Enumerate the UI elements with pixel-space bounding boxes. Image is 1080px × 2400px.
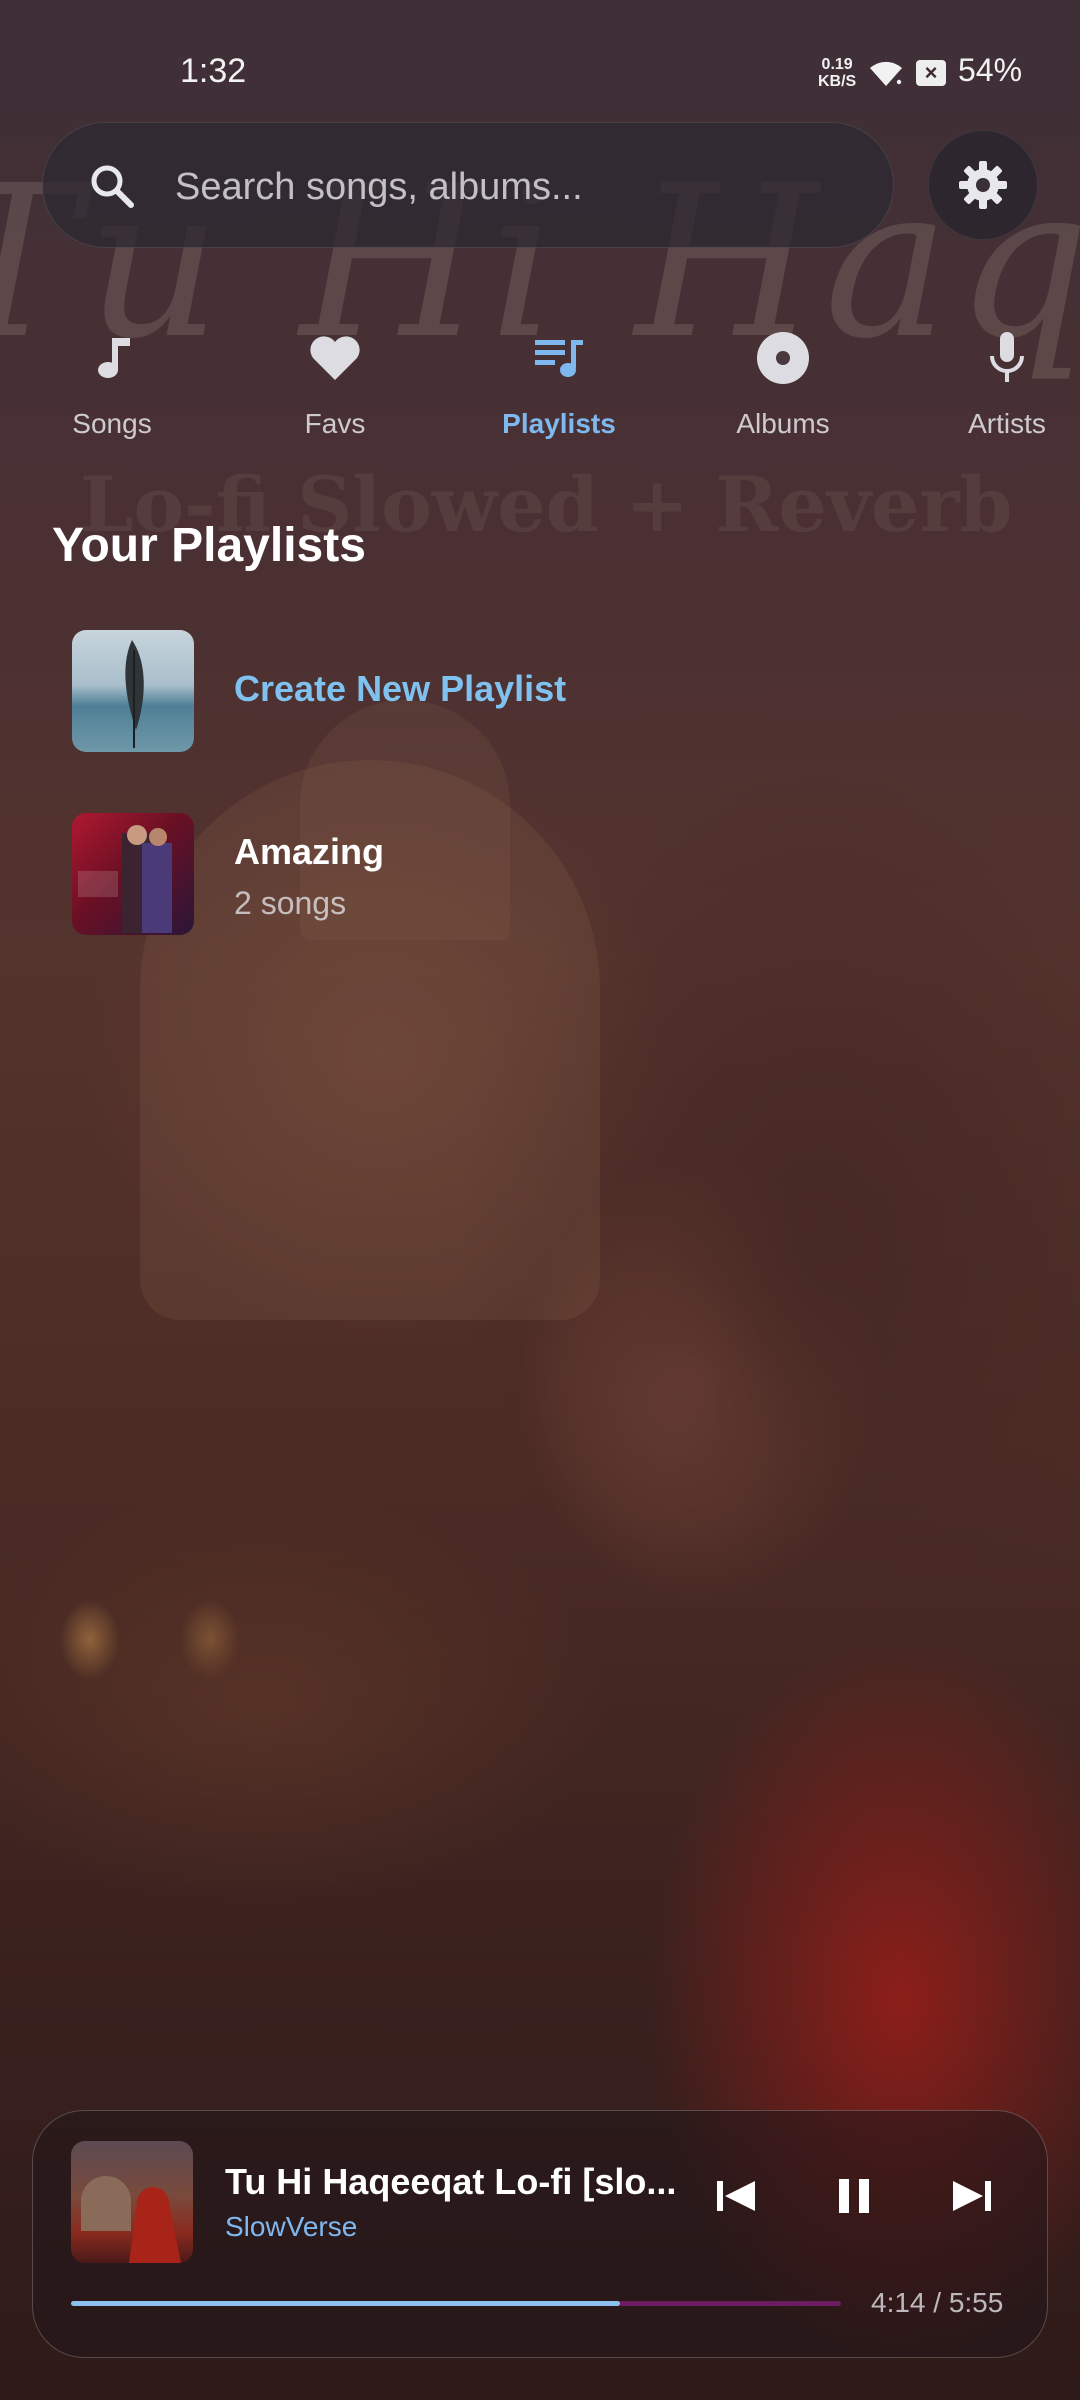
tab-label: Songs xyxy=(72,408,152,439)
search-bar[interactable] xyxy=(42,122,894,248)
feather-icon xyxy=(125,640,144,748)
create-playlist-thumbnail xyxy=(72,630,194,752)
search-input[interactable] xyxy=(173,153,857,221)
heart-icon xyxy=(310,336,360,380)
playback-progress-fill xyxy=(71,2301,620,2306)
category-tabs: Songs Favs Playlists Albums Artists xyxy=(0,330,1080,450)
pause-icon[interactable] xyxy=(819,2161,889,2231)
status-bar: 1:32 0.19 KB/S × 54% xyxy=(0,0,1080,140)
tab-favs[interactable]: Favs xyxy=(255,330,415,450)
now-playing-album-art xyxy=(71,2141,193,2263)
music-note-icon xyxy=(98,338,130,378)
network-speed-unit: KB/S xyxy=(818,73,857,90)
tab-label: Playlists xyxy=(502,408,616,439)
gear-icon xyxy=(959,161,1007,209)
playback-time: 4:14 / 5:55 xyxy=(871,2287,1004,2318)
skip-previous-icon[interactable] xyxy=(701,2161,771,2231)
now-playing-title: Tu Hi Haqeeqat Lo-fi [slo... xyxy=(225,2161,675,2202)
now-playing-artist[interactable]: SlowVerse xyxy=(225,2211,357,2243)
create-playlist-label: Create New Playlist xyxy=(234,668,567,709)
tab-playlists[interactable]: Playlists xyxy=(479,330,639,450)
playback-progress-bar[interactable] xyxy=(71,2301,841,2306)
playlist-song-count: 2 songs xyxy=(234,885,347,921)
tab-label: Artists xyxy=(968,408,1046,439)
wifi-icon xyxy=(870,61,902,86)
create-playlist-item[interactable]: Create New Playlist xyxy=(0,630,1080,760)
tab-label: Favs xyxy=(304,408,366,439)
tab-label: Albums xyxy=(736,408,830,439)
album-disc-icon xyxy=(757,332,809,384)
page-title: Your Playlists xyxy=(52,519,366,572)
tab-artists[interactable]: Artists xyxy=(927,330,1080,450)
no-sim-icon: × xyxy=(916,60,946,86)
album-cover-art xyxy=(78,825,172,933)
status-time: 1:32 xyxy=(180,52,247,90)
settings-button[interactable] xyxy=(928,130,1038,240)
network-speed-value: 0.19 xyxy=(821,56,853,73)
mini-player[interactable]: Tu Hi Haqeeqat Lo-fi [slo... SlowVerse 4… xyxy=(32,2110,1048,2358)
playlist-thumbnail xyxy=(72,813,194,935)
playlist-name: Amazing xyxy=(234,831,385,872)
tab-albums[interactable]: Albums xyxy=(703,330,863,450)
network-speed: 0.19 KB/S xyxy=(818,56,856,90)
microphone-icon xyxy=(990,332,1024,382)
album-cover-art xyxy=(81,2176,181,2263)
skip-next-icon[interactable] xyxy=(937,2161,1007,2231)
search-icon xyxy=(91,165,134,208)
tab-songs[interactable]: Songs xyxy=(32,330,192,450)
list-item[interactable]: Amazing 2 songs xyxy=(0,813,1080,943)
battery-level: 54% xyxy=(958,52,1023,88)
playlist-icon xyxy=(535,340,583,377)
